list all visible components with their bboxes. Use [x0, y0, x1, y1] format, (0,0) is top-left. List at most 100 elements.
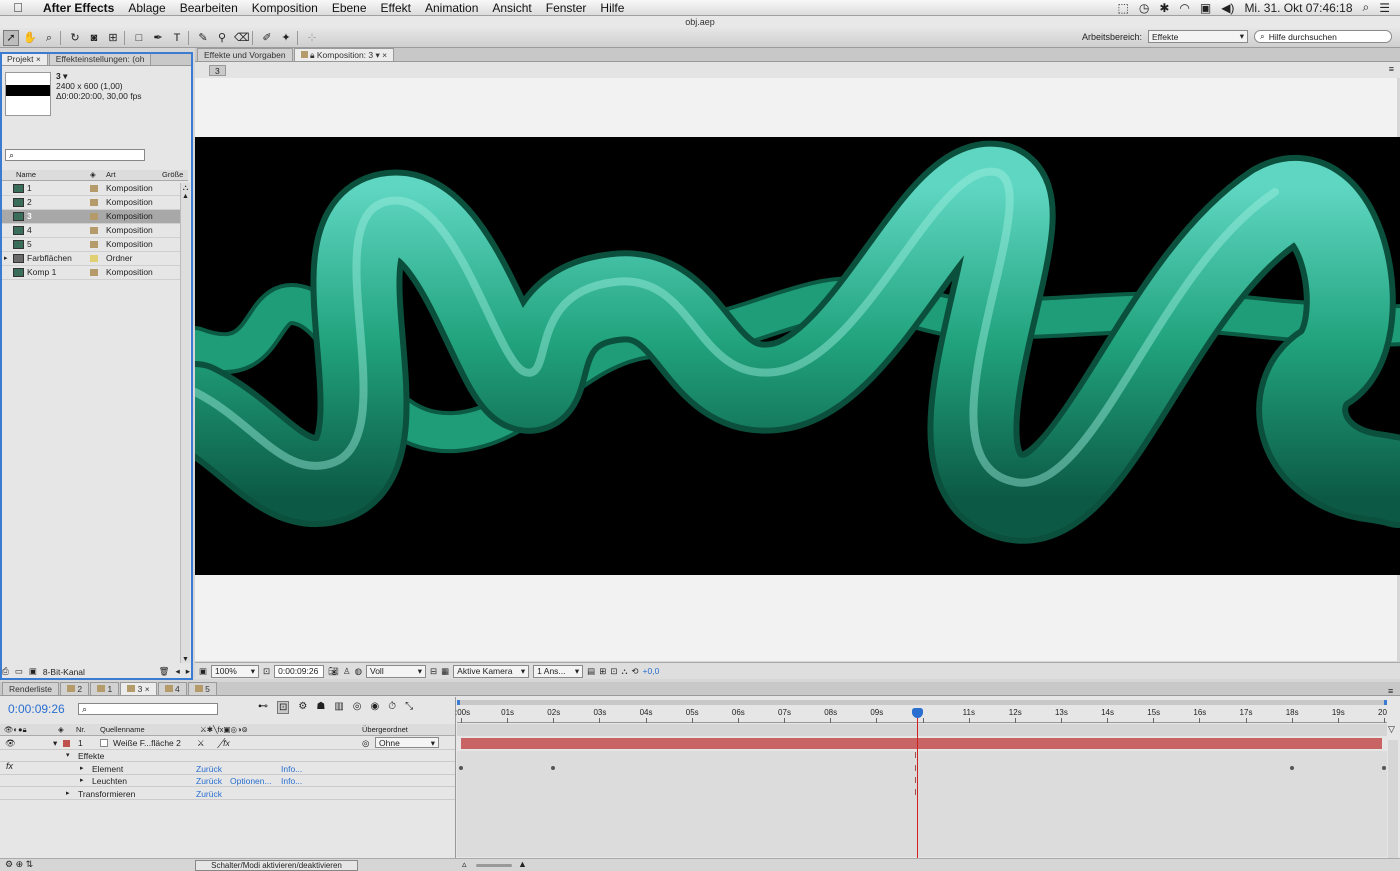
live-update-icon[interactable]: ⊡	[277, 701, 290, 714]
puppet-tool-icon[interactable]: ✦	[278, 30, 294, 46]
viewer-timecode[interactable]: 0:00:09:26	[274, 664, 325, 678]
tab-comp-3[interactable]: 3 ×	[120, 682, 157, 695]
scroll-left-icon[interactable]: ◂	[175, 666, 179, 677]
views-select[interactable]: 1 Ans... ▾	[533, 664, 584, 678]
property-row[interactable]: ▸ Leuchten Zurück Optionen... Info...	[0, 775, 455, 787]
workspace-select[interactable]: Effekte ▾	[1148, 30, 1248, 43]
reset-link[interactable]: Zurück	[196, 788, 222, 800]
tab-comp-1[interactable]: 1	[90, 682, 120, 695]
info-link[interactable]: Info...	[281, 763, 302, 775]
zoom-tool-icon[interactable]: ⌕	[41, 30, 57, 46]
hide-shy-icon[interactable]: ☗	[316, 701, 325, 714]
help-search-input[interactable]: ⌕ Hilfe durchsuchen	[1254, 30, 1392, 43]
reset-exposure-icon[interactable]: ⟲	[631, 666, 638, 677]
comp-name[interactable]: 3 ▾	[56, 71, 142, 81]
menu-effekt[interactable]: Effekt	[374, 1, 418, 15]
timeline-zoom-slider[interactable]	[476, 864, 512, 867]
zoom-select[interactable]: 100% ▾	[211, 664, 260, 678]
project-item[interactable]: Komp 1 Komposition	[2, 266, 188, 280]
eye-icon[interactable]: 👁︎	[5, 737, 16, 749]
project-item[interactable]: 4 Komposition	[2, 224, 188, 238]
scroll-up-icon[interactable]: ▲	[181, 193, 190, 200]
fx-switch-icon[interactable]: ╱fx	[218, 737, 230, 749]
disclosure-triangle-icon[interactable]: ▸	[80, 775, 84, 787]
label-col-icon[interactable]: ◈	[58, 724, 64, 736]
exposure-value[interactable]: +0,0	[643, 666, 660, 676]
av-features-icon[interactable]: 👁︎◐●🔒︎	[4, 724, 27, 736]
motion-blur-icon[interactable]: ◎	[353, 701, 362, 714]
lock-icon[interactable]: 🔒︎	[310, 50, 315, 60]
comp-mini-flowchart-icon[interactable]: ⊷	[258, 701, 268, 714]
menu-animation[interactable]: Animation	[418, 1, 485, 15]
layer-row[interactable]: 👁︎ ▾ 1 Weiße F...fläche 2 ⚔ ╱fx ◎ Ohne ▾	[0, 737, 455, 750]
scroll-right-icon[interactable]: ▸	[186, 666, 190, 677]
toggle-pixel-icon[interactable]: ▤	[587, 666, 595, 677]
layer-name[interactable]: Weiße F...fläche 2	[113, 737, 181, 749]
composition-canvas[interactable]	[195, 137, 1400, 575]
project-item[interactable]: ▸ Farbflächen Ordner	[2, 252, 188, 266]
rotate-tool-icon[interactable]: ↻	[67, 30, 83, 46]
property-row[interactable]: ▸ Transformieren Zurück	[0, 788, 455, 800]
hand-tool-icon[interactable]: ✋	[22, 30, 38, 46]
disclosure-triangle-icon[interactable]: ▸	[66, 788, 70, 800]
project-scrollbar[interactable]: ⛬ ▲ ▼	[180, 183, 190, 663]
disclosure-triangle-icon[interactable]: ▸	[4, 252, 8, 265]
camera-select[interactable]: Aktive Kamera ▾	[453, 664, 530, 678]
keyframe[interactable]	[1382, 766, 1386, 770]
pen-tool-icon[interactable]: ✒	[150, 30, 166, 46]
col-nr[interactable]: Nr.	[76, 724, 86, 736]
volume-icon[interactable]: ◀)	[1221, 1, 1234, 15]
project-item[interactable]: 1 Komposition	[2, 182, 188, 196]
tab-effekte-und-vorgaben[interactable]: Effekte und Vorgaben	[197, 48, 293, 61]
layer-label-color[interactable]	[63, 740, 70, 747]
project-item[interactable]: 5 Komposition	[2, 238, 188, 252]
dropbox-icon[interactable]: ⬚	[1117, 1, 1128, 15]
flowchart-icon[interactable]: ⛬	[621, 666, 627, 677]
property-row[interactable]: ▾ Effekte	[0, 750, 455, 762]
label-color-swatch[interactable]	[90, 255, 98, 262]
menu-fenster[interactable]: Fenster	[539, 1, 594, 15]
tab-komposition[interactable]: 🔒︎ Komposition: 3 ▾ ×	[293, 48, 395, 61]
label-color-swatch[interactable]	[90, 185, 98, 192]
chevron-down-icon[interactable]: ▾	[66, 750, 70, 762]
toggle-switches-modes-button[interactable]: Schalter/Modi aktivieren/deaktivieren	[195, 860, 358, 871]
panel-menu-icon[interactable]: ≡	[1389, 64, 1394, 74]
text-tool-icon[interactable]: T	[169, 30, 185, 46]
layer-search-input[interactable]: ⌕	[78, 703, 218, 715]
display-icon[interactable]: ▣	[1200, 1, 1211, 15]
keyframe[interactable]	[459, 766, 463, 770]
menu-ansicht[interactable]: Ansicht	[485, 1, 538, 15]
trash-icon[interactable]: 🗑	[159, 666, 170, 677]
snapshot-icon[interactable]: 📷︎	[328, 666, 339, 677]
region-of-interest-icon[interactable]: ⊟	[430, 666, 437, 677]
list-menu-icon[interactable]: ☰	[1379, 1, 1390, 15]
label-color-swatch[interactable]	[90, 227, 98, 234]
brush-tool-icon[interactable]: ✎	[195, 30, 211, 46]
col-uebergeordnet[interactable]: Übergeordnet	[362, 724, 408, 736]
disclosure-triangle-icon[interactable]: ▸	[80, 763, 84, 775]
fx-icon[interactable]: fx	[6, 761, 13, 771]
menu-komposition[interactable]: Komposition	[245, 1, 325, 15]
interpret-footage-icon[interactable]: ⎙	[2, 666, 9, 677]
work-area-bar[interactable]	[457, 700, 1387, 705]
new-folder-icon[interactable]: ▭	[15, 666, 23, 677]
reset-link[interactable]: Zurück	[196, 775, 222, 787]
parent-select[interactable]: Ohne ▾	[375, 737, 439, 748]
info-link[interactable]: Info...	[281, 775, 302, 787]
timeline-timecode[interactable]: 0:00:09:26	[8, 702, 65, 716]
comp-button-icon[interactable]: ▽	[1388, 724, 1395, 735]
timeline-icon[interactable]: ⊡	[610, 666, 617, 677]
pan-behind-tool-icon[interactable]: ⊞	[105, 30, 121, 46]
label-color-swatch[interactable]	[90, 241, 98, 248]
menu-clock[interactable]: Mi. 31. Okt 07:46:18	[1244, 1, 1352, 15]
transparency-grid-icon[interactable]: ▦	[441, 666, 449, 677]
zoom-in-icon[interactable]: ▲	[518, 859, 527, 869]
expand-triangle-icon[interactable]: ▾	[53, 737, 57, 749]
timeline-scrollbar[interactable]	[1388, 740, 1398, 860]
menu-bearbeiten[interactable]: Bearbeiten	[173, 1, 245, 15]
panel-menu-icon[interactable]: ≡	[1388, 686, 1393, 696]
auto-keyframe-icon[interactable]: ⏱	[388, 701, 396, 714]
bluetooth-icon[interactable]: ✱	[1159, 1, 1169, 15]
col-art[interactable]: Art	[106, 170, 116, 180]
switches-icons[interactable]: ⚔✱╲fx▣◎◑⊚	[200, 724, 248, 736]
